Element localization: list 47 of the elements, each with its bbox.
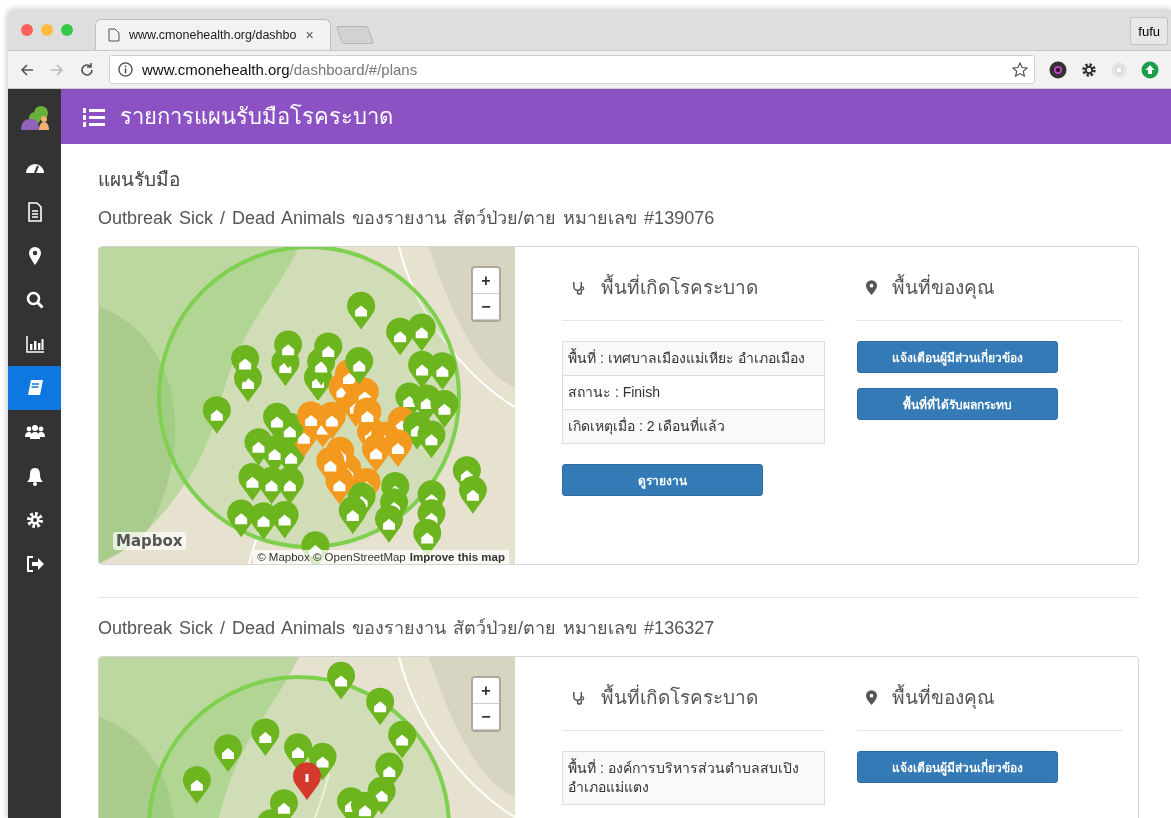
outbreak-area-heading: พื้นที่เกิดโรคระบาด bbox=[601, 272, 758, 302]
address-bar[interactable]: www.cmonehealth.org/dashboard/#/plans bbox=[109, 55, 1035, 84]
search-icon bbox=[24, 290, 45, 310]
url-text: www.cmonehealth.org/dashboard/#/plans bbox=[142, 61, 419, 78]
zoom-out-button[interactable]: − bbox=[473, 704, 499, 730]
stethoscope-icon bbox=[571, 279, 586, 295]
info-row: พื้นที่ : เทศบาลเมืองแม่เหียะ อำเภอเมือง bbox=[563, 342, 824, 375]
zoom-in-button[interactable]: + bbox=[473, 678, 499, 704]
info-icon bbox=[118, 62, 133, 77]
action-button[interactable]: พื้นที่ที่ได้รับผลกระทบ bbox=[857, 388, 1058, 420]
your-area-heading: พื้นที่ของคุณ bbox=[892, 272, 995, 302]
action-button[interactable]: แจ้งเตือนผู้มีส่วนเกี่ยวข้อง bbox=[857, 751, 1058, 783]
back-icon[interactable] bbox=[19, 61, 35, 78]
page-icon bbox=[108, 28, 120, 42]
outbreak-area-heading: พื้นที่เกิดโรคระบาด bbox=[601, 682, 758, 712]
location-pin-icon bbox=[866, 689, 877, 705]
action-button[interactable]: แจ้งเตือนผู้มีส่วนเกี่ยวข้อง bbox=[857, 341, 1058, 373]
info-row: เกิดเหตุเมื่อ : 2 เดือนที่แล้ว bbox=[563, 409, 824, 443]
map-logo: Mapbox bbox=[113, 532, 186, 550]
numbered-list-icon bbox=[83, 105, 105, 128]
location-pin-icon bbox=[866, 279, 877, 295]
profile-button[interactable]: fufu bbox=[1130, 17, 1168, 45]
settings-icon bbox=[24, 510, 45, 530]
reload-icon[interactable] bbox=[79, 61, 95, 78]
plan-title: Outbreak Sick / Dead Animals ของรายงาน สัตว์ป่วย/ตาย หมายเลข #139076 bbox=[98, 207, 716, 230]
your-area-heading: พื้นที่ของคุณ bbox=[892, 682, 995, 712]
tab-title: www.cmonehealth.org/dashbo bbox=[129, 28, 297, 42]
camera-lens-icon[interactable] bbox=[1049, 60, 1067, 79]
upload-icon[interactable] bbox=[1141, 60, 1159, 79]
page-title: รายการแผนรับมือโรคระบาด bbox=[120, 103, 393, 131]
zoom-in-button[interactable]: + bbox=[473, 268, 499, 294]
star-icon[interactable] bbox=[1012, 61, 1028, 78]
improve-map-link[interactable]: Improve this map bbox=[409, 551, 505, 563]
stethoscope-icon bbox=[571, 689, 586, 705]
info-row: พื้นที่ : องค์การบริหารส่วนตำบลสบเปิง อำเภอแม่แตง bbox=[563, 752, 824, 804]
close-tab-button[interactable]: × bbox=[305, 27, 314, 43]
map-attribution: © Mapbox © OpenStreetMap bbox=[257, 551, 406, 563]
plan-title: Outbreak Sick / Dead Animals ของรายงาน สัตว์ป่วย/ตาย หมายเลข #136327 bbox=[98, 617, 716, 640]
view-report-button[interactable]: ดูรายงาน bbox=[562, 464, 763, 496]
bell-icon bbox=[24, 466, 45, 486]
section-title: แผนรับมือ bbox=[98, 168, 181, 192]
people-icon bbox=[24, 422, 45, 442]
zoom-out-button[interactable]: − bbox=[473, 294, 499, 320]
browser-tab[interactable]: www.cmonehealth.org/dashbo × bbox=[95, 19, 331, 50]
settings-icon[interactable] bbox=[1081, 61, 1097, 78]
bar-chart-icon bbox=[24, 334, 45, 354]
logout-icon bbox=[24, 554, 45, 574]
